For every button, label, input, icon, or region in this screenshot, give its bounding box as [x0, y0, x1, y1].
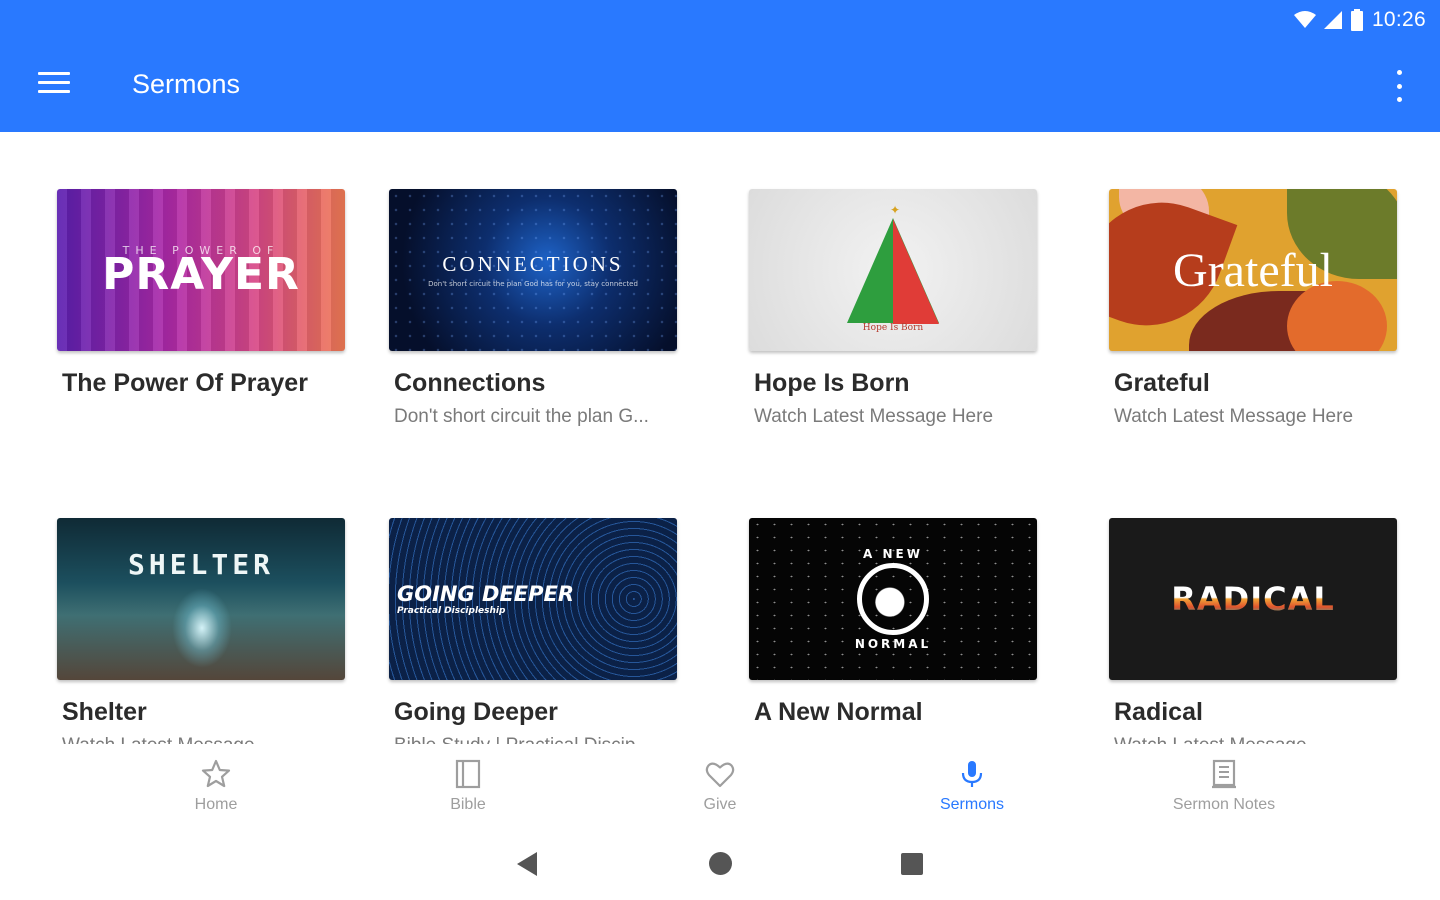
sermon-title: The Power Of Prayer	[62, 369, 308, 397]
star-icon: ✦	[890, 203, 901, 217]
toolbar: Sermons	[0, 44, 1440, 128]
sermon-thumbnail: CONNECTIONS Don't short circuit the plan…	[389, 189, 677, 351]
sermon-thumbnail: A NEW NORMAL	[749, 518, 1037, 680]
sermon-grid: THE POWER OF PRAYER The Power Of Prayer …	[0, 132, 1440, 744]
astronaut-helmet-icon	[857, 563, 929, 635]
sermon-subtitle: Don't short circuit the plan G...	[394, 406, 649, 427]
sermon-subtitle: Watch Latest Message	[62, 735, 342, 744]
nav-label: Home	[194, 796, 238, 813]
sermon-card[interactable]: SHELTER Shelter Watch Latest Message	[57, 518, 347, 744]
thumbnail-text: Hope Is Born	[862, 323, 924, 333]
nav-item-bible[interactable]: Bible	[342, 744, 594, 828]
bottom-navigation: Home Bible Give Sermons Sermon Notes	[0, 744, 1440, 828]
heart-icon	[705, 762, 735, 788]
overflow-menu-icon[interactable]	[1392, 70, 1406, 102]
thumbnail-text: SHELTER	[127, 547, 274, 581]
wifi-icon	[1293, 11, 1316, 28]
thumbnail-text: Practical Discipleship	[397, 606, 506, 616]
sermon-title: Going Deeper	[394, 698, 558, 726]
sermon-card[interactable]: RADICAL Radical Watch Latest Message	[1109, 518, 1399, 744]
sermon-card[interactable]: THE POWER OF PRAYER The Power Of Prayer	[57, 189, 347, 398]
nav-item-sermon-notes[interactable]: Sermon Notes	[1098, 744, 1350, 828]
nav-item-give[interactable]: Give	[594, 744, 846, 828]
sermon-card[interactable]: CONNECTIONS Don't short circuit the plan…	[389, 189, 679, 428]
sermon-subtitle: Watch Latest Message	[1114, 735, 1394, 744]
hamburger-menu-icon[interactable]	[38, 72, 70, 98]
sermon-subtitle: Watch Latest Message Here	[754, 406, 994, 427]
sermon-thumbnail: THE POWER OF PRAYER	[57, 189, 345, 351]
sermon-thumbnail: RADICAL	[1109, 518, 1397, 680]
sermon-card[interactable]: ✦ Hope Is Born Hope Is Born Watch Latest…	[749, 189, 1039, 428]
thumbnail-text: A NEW	[863, 547, 923, 561]
status-bar: 10:26	[1293, 6, 1426, 34]
thumbnail-text: NORMAL	[854, 637, 932, 651]
back-icon[interactable]	[517, 852, 537, 876]
page-title: Sermons	[132, 69, 241, 99]
notes-icon	[1212, 759, 1236, 789]
sermon-subtitle: Bible Study | Practical Discip...	[394, 735, 674, 744]
sermon-thumbnail: Grateful	[1109, 189, 1397, 351]
thumbnail-text: Don't short circuit the plan God has for…	[428, 280, 638, 288]
microphone-icon	[961, 761, 983, 787]
recent-apps-icon[interactable]	[901, 853, 923, 875]
sermon-title: Radical	[1114, 698, 1203, 726]
nav-item-home[interactable]: Home	[90, 744, 342, 828]
sermon-card[interactable]: GOING DEEPER Practical Discipleship Goin…	[389, 518, 679, 744]
sermon-card[interactable]: A NEW NORMAL A New Normal	[749, 518, 1039, 727]
star-icon	[201, 759, 231, 788]
sermon-thumbnail: SHELTER	[57, 518, 345, 680]
battery-icon	[1350, 9, 1363, 31]
book-icon	[455, 759, 481, 789]
thumbnail-text: RADICAL	[1171, 580, 1335, 618]
sermon-subtitle: Watch Latest Message Here	[1114, 406, 1354, 427]
thumbnail-text: GOING DEEPER	[397, 582, 575, 606]
sermon-title: Hope Is Born	[754, 369, 910, 397]
sermon-title: A New Normal	[754, 698, 923, 726]
sermon-thumbnail: GOING DEEPER Practical Discipleship	[389, 518, 677, 680]
app-bar: 10:26 Sermons	[0, 0, 1440, 132]
nav-label: Bible	[450, 796, 486, 813]
status-time: 10:26	[1371, 8, 1426, 31]
system-navigation-bar	[0, 828, 1440, 900]
sermon-title: Connections	[394, 369, 546, 397]
nav-label: Sermons	[939, 796, 1005, 813]
thumbnail-text: PRAYER	[102, 248, 300, 300]
thumbnail-text: Grateful	[1173, 243, 1333, 297]
nav-label: Give	[703, 796, 737, 813]
home-circle-icon[interactable]	[709, 852, 732, 875]
nav-item-sermons[interactable]: Sermons	[846, 744, 1098, 828]
sermon-title: Shelter	[62, 698, 147, 726]
signal-icon	[1323, 11, 1342, 29]
sermon-card[interactable]: Grateful Grateful Watch Latest Message H…	[1109, 189, 1399, 428]
thumbnail-text: CONNECTIONS	[442, 252, 624, 276]
sermon-title: Grateful	[1114, 369, 1210, 397]
sermon-thumbnail: ✦ Hope Is Born	[749, 189, 1037, 351]
nav-label: Sermon Notes	[1172, 796, 1276, 813]
